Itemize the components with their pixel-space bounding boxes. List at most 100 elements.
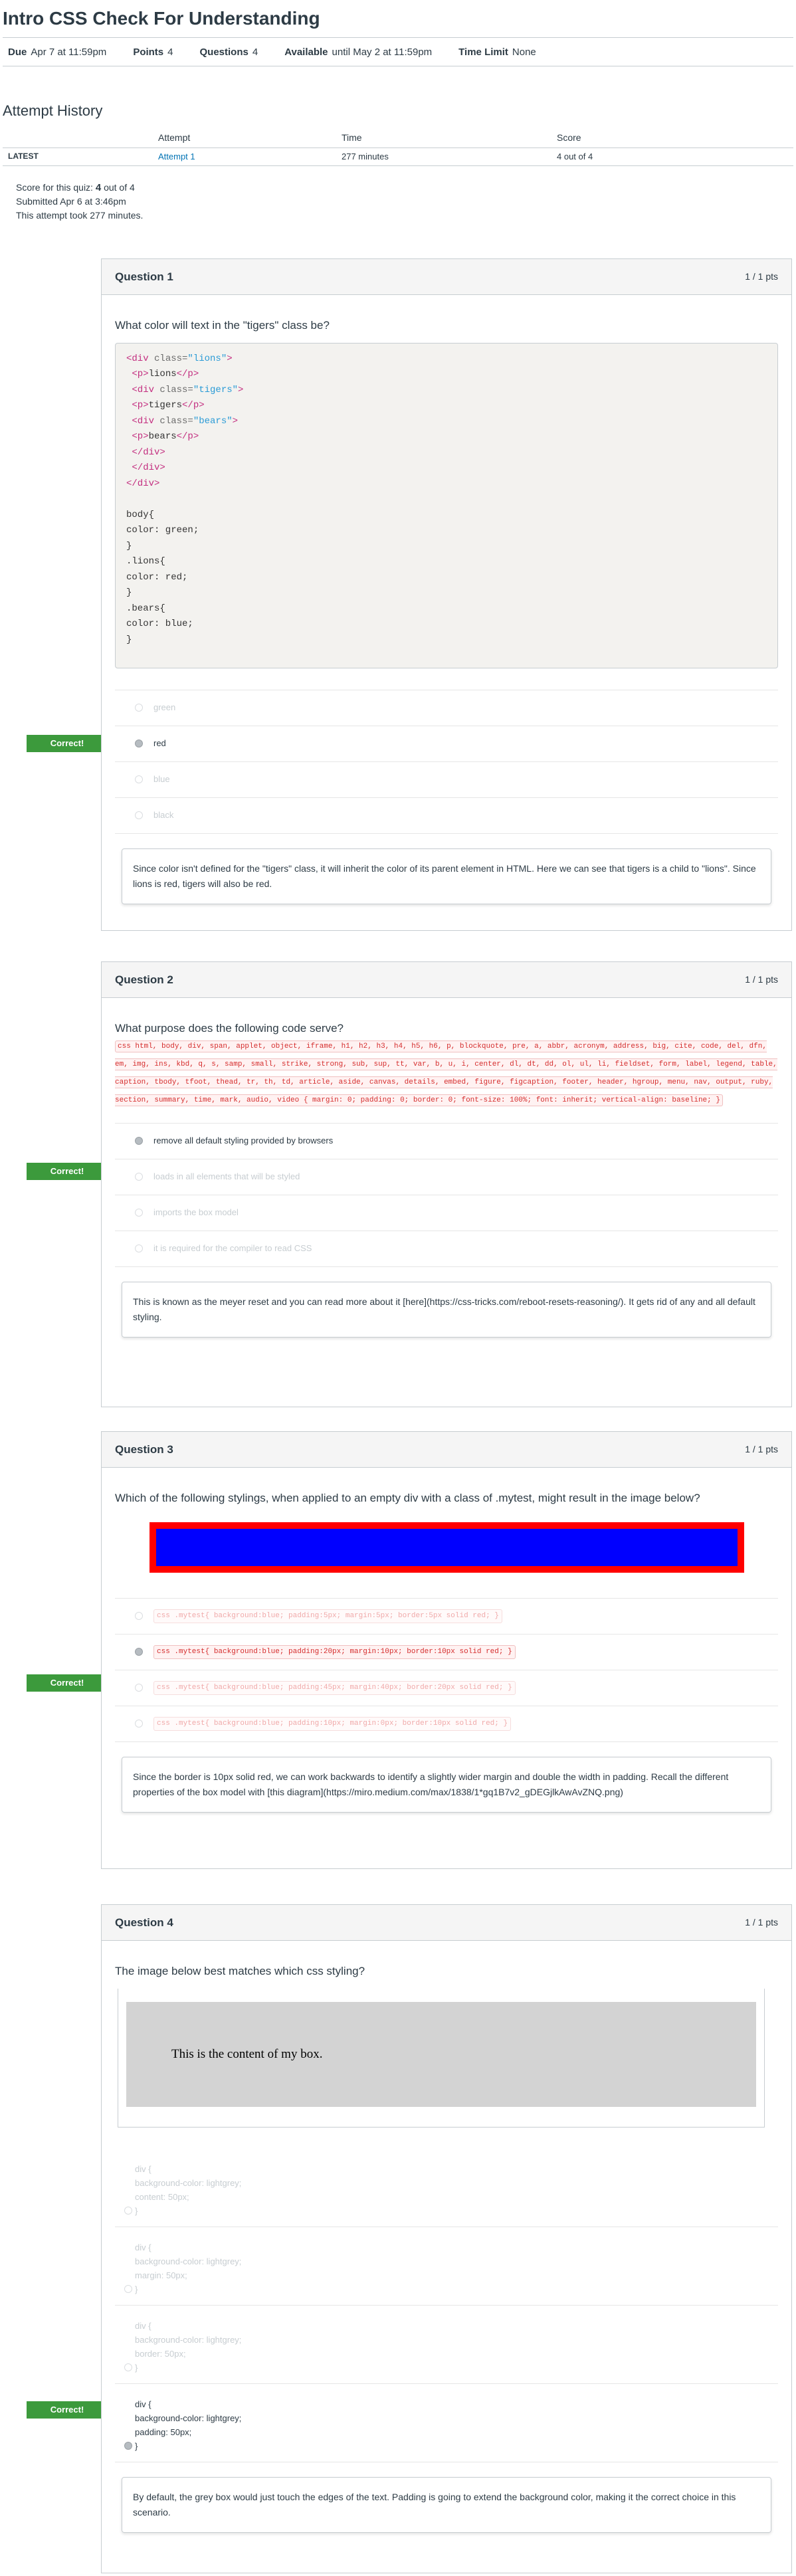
attempt-link[interactable]: Attempt 1	[158, 151, 195, 161]
answer-line: }	[135, 2205, 138, 2216]
code-line: <div class="bears">	[126, 414, 767, 430]
code-line: <p>bears</p>	[126, 429, 767, 445]
code-line: }	[126, 634, 132, 645]
radio-button[interactable]	[135, 704, 143, 712]
score-line: Score for this quiz: 4 out of 4	[16, 181, 796, 195]
question-body: The image below best matches which css s…	[102, 1941, 791, 2533]
code-token: >	[227, 353, 233, 364]
question-header: Question 2 1 / 1 pts	[102, 962, 791, 998]
radio-button[interactable]	[124, 2207, 132, 2215]
question-1: Question 1 1 / 1 pts What color will tex…	[101, 258, 792, 931]
time-limit-label: Time Limit	[458, 46, 508, 58]
code-token: <div	[126, 384, 155, 395]
answer-option[interactable]: green	[115, 690, 778, 726]
radio-button[interactable]	[135, 775, 143, 784]
code-line: </div>	[126, 446, 165, 458]
answer-line: margin: 50px;	[135, 2270, 187, 2280]
answer-text: green	[153, 702, 176, 713]
answer-feedback: This is known as the meyer reset and you…	[122, 1281, 771, 1338]
answer-list: css .mytest{ background:blue; padding:5p…	[115, 1597, 778, 1742]
answer-line: border: 50px;	[135, 2348, 186, 2359]
answer-text: imports the box model	[153, 1207, 239, 1218]
score-value: 4	[95, 181, 102, 193]
radio-button[interactable]	[135, 1648, 143, 1656]
time-limit-info: Time Limit None	[458, 45, 536, 59]
answer-line: div {	[135, 2399, 151, 2409]
radio-button[interactable]	[135, 811, 143, 820]
answer-list: div { background-color: lightgrey; conte…	[115, 2149, 778, 2462]
question-2: Question 2 1 / 1 pts What purpose does t…	[101, 961, 792, 1407]
question-body: What color will text in the "tigers" cla…	[102, 295, 791, 904]
answer-option[interactable]: imports the box model	[115, 1195, 778, 1231]
question-points: 1 / 1 pts	[745, 1916, 778, 1928]
answer-option[interactable]: css .mytest{ background:blue; padding:5p…	[115, 1599, 778, 1635]
code-line: <p>tigers</p>	[126, 398, 767, 414]
radio-button[interactable]	[135, 1720, 143, 1728]
question-text: The image below best matches which css s…	[115, 1965, 365, 1977]
duration-line: This attempt took 277 minutes.	[16, 209, 144, 221]
answer-line: background-color: lightgrey;	[135, 2334, 242, 2345]
questions-value: 4	[252, 46, 258, 58]
radio-button[interactable]	[135, 1684, 143, 1692]
column-header	[3, 129, 153, 148]
question-image-frame: This is the content of my box.	[118, 1988, 765, 2128]
radio-button[interactable]	[135, 1209, 143, 1217]
radio-button[interactable]	[135, 740, 143, 748]
answer-option[interactable]: div { background-color: lightgrey; paddi…	[115, 2384, 778, 2462]
answer-option[interactable]: it is required for the compiler to read …	[115, 1231, 778, 1267]
table-row: LATEST Attempt 1 277 minutes 4 out of 4	[3, 148, 793, 166]
code-token: tigers	[148, 400, 183, 411]
points-info: Points 4	[133, 45, 173, 59]
answer-option[interactable]: black	[115, 798, 778, 834]
answer-line: }	[135, 2362, 138, 2373]
box-content-text: This is the content of my box.	[171, 2046, 323, 2061]
code-line: <div class="lions">	[126, 351, 767, 367]
answer-option[interactable]: blue	[115, 762, 778, 798]
answer-option[interactable]: div { background-color: lightgrey; borde…	[115, 2306, 778, 2384]
question-header: Question 4 1 / 1 pts	[102, 1905, 791, 1941]
radio-button[interactable]	[135, 1173, 143, 1181]
code-token: class=	[154, 415, 193, 427]
answer-option[interactable]: loads in all elements that will be style…	[115, 1159, 778, 1195]
submitted-line: Submitted Apr 6 at 3:46pm	[16, 195, 126, 207]
radio-button[interactable]	[135, 1612, 143, 1621]
answer-text: red	[153, 738, 166, 749]
answer-option[interactable]: css .mytest{ background:blue; padding:20…	[115, 1635, 778, 1670]
question-4: Question 4 1 / 1 pts The image below bes…	[101, 1904, 792, 2573]
code-line: <p>lions</p>	[126, 367, 767, 383]
available-info: Available until May 2 at 11:59pm	[284, 45, 432, 59]
answer-option[interactable]: div { background-color: lightgrey; margi…	[115, 2227, 778, 2306]
question-number: Question 4	[115, 1916, 173, 1929]
code-token: </p>	[176, 431, 199, 443]
answer-option[interactable]: css .mytest{ background:blue; padding:10…	[115, 1706, 778, 1742]
column-header: Time	[336, 129, 551, 148]
radio-button[interactable]	[124, 2285, 132, 2294]
code-token: class=	[148, 353, 188, 364]
answer-line: background-color: lightgrey;	[135, 2177, 242, 2188]
blue-box	[155, 1528, 738, 1566]
radio-button[interactable]	[135, 1137, 143, 1145]
question-body: What purpose does the following code ser…	[102, 998, 791, 1338]
answer-text: black	[153, 810, 174, 821]
radio-button[interactable]	[135, 1244, 143, 1253]
answer-text: css .mytest{ background:blue; padding:5p…	[153, 1609, 502, 1623]
radio-button[interactable]	[124, 2442, 132, 2450]
code-line: body{	[126, 509, 155, 520]
answer-option[interactable]: red	[115, 726, 778, 762]
answer-line: }	[135, 2440, 138, 2451]
answer-option[interactable]: div { background-color: lightgrey; conte…	[115, 2149, 778, 2227]
answer-feedback: Since the border is 10px solid red, we c…	[122, 1756, 771, 1813]
code-token: <p>	[126, 431, 149, 443]
answer-list: green red blue black	[115, 689, 778, 834]
due-label: Due	[8, 46, 27, 58]
score-prefix: Score for this quiz:	[16, 181, 93, 193]
code-line: }	[126, 540, 132, 551]
code-token: </p>	[182, 400, 205, 411]
answer-text: loads in all elements that will be style…	[153, 1171, 300, 1182]
radio-button[interactable]	[124, 2363, 132, 2372]
correct-indicator: Correct!	[27, 2401, 117, 2419]
correct-indicator: Correct!	[27, 1163, 117, 1180]
code-token: </p>	[176, 369, 199, 380]
answer-option[interactable]: remove all default styling provided by b…	[115, 1124, 778, 1159]
answer-option[interactable]: css .mytest{ background:blue; padding:45…	[115, 1670, 778, 1706]
